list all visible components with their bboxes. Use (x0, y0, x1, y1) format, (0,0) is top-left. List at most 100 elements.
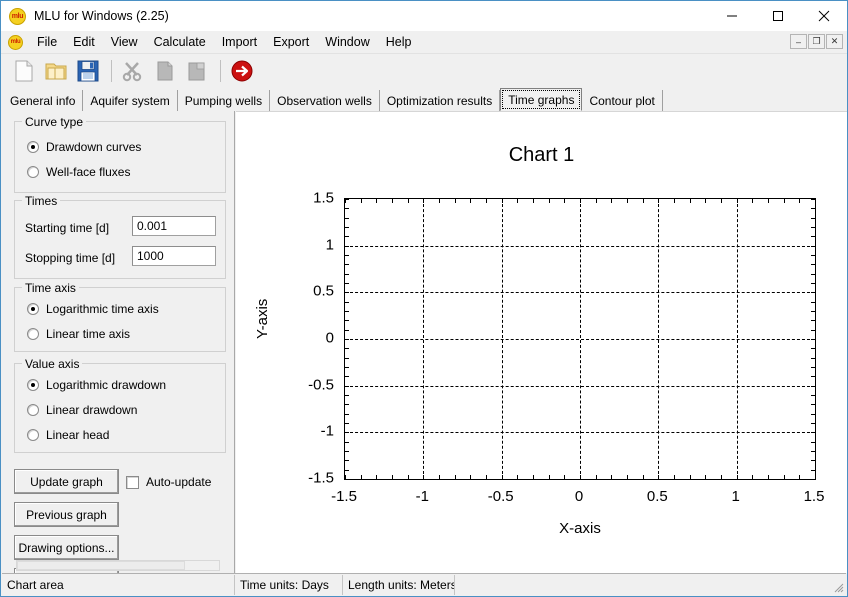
y-axis-minor-tick (811, 479, 815, 480)
tab-general-info[interactable]: General info (3, 90, 84, 111)
x-axis-minor-tick (611, 475, 613, 479)
y-axis-minor-tick (345, 441, 349, 443)
x-axis-minor-tick (642, 199, 644, 203)
cut-scissors-icon[interactable] (118, 56, 148, 86)
mdi-close-icon[interactable]: ✕ (826, 34, 843, 49)
radio-linear-head[interactable]: Linear head (27, 428, 109, 442)
y-axis-minor-tick (345, 367, 349, 368)
stopping-time-input[interactable] (132, 246, 216, 266)
open-folder-icon[interactable] (41, 56, 71, 86)
mdi-restore-icon[interactable]: ❐ (808, 34, 825, 49)
x-axis-minor-tick (595, 475, 597, 479)
tab-observation-wells[interactable]: Observation wells (270, 90, 380, 111)
y-axis-minor-tick (811, 283, 815, 284)
x-axis-minor-tick (564, 199, 566, 203)
x-axis-minor-tick (721, 475, 722, 479)
minimize-icon[interactable] (709, 1, 755, 31)
menu-item-file[interactable]: File (29, 32, 65, 52)
tab-time-graphs[interactable]: Time graphs (500, 88, 583, 111)
maximize-icon[interactable] (755, 1, 801, 31)
toolbar-separator (111, 60, 112, 82)
new-document-icon[interactable] (9, 56, 39, 86)
menu-item-calculate[interactable]: Calculate (146, 32, 214, 52)
tab-strip: General info Aquifer system Pumping well… (1, 88, 847, 111)
save-floppy-icon[interactable] (73, 56, 103, 86)
close-icon[interactable] (801, 1, 847, 31)
y-axis-minor-tick (811, 423, 815, 424)
value-axis-group: Value axis Logarithmic drawdown Linear d… (14, 357, 226, 453)
x-axis-minor-tick (627, 199, 628, 203)
x-axis-minor-tick (376, 199, 378, 203)
time-axis-title: Time axis (22, 281, 79, 295)
scrollbar-thumb[interactable] (17, 561, 185, 570)
auto-update-label: Auto-update (146, 475, 212, 489)
y-axis-minor-tick (811, 469, 815, 471)
status-empty-cell (455, 575, 846, 595)
window-controls (709, 1, 847, 31)
starting-time-input[interactable] (132, 216, 216, 236)
x-axis-minor-tick (470, 475, 472, 479)
x-axis-minor-tick (548, 199, 550, 203)
y-axis-minor-tick (811, 301, 815, 303)
x-axis-minor-tick (454, 199, 456, 203)
radio-drawdown-curves[interactable]: Drawdown curves (27, 140, 141, 154)
menu-item-import[interactable]: Import (214, 32, 265, 52)
radio-linear-time-axis[interactable]: Linear time axis (27, 327, 130, 341)
drawing-options-button[interactable]: Drawing options... (14, 535, 119, 560)
radio-label: Drawdown curves (46, 140, 142, 154)
y-axis-minor-tick (811, 451, 815, 452)
menu-item-export[interactable]: Export (265, 32, 317, 52)
menu-item-window[interactable]: Window (317, 32, 377, 52)
status-chart-area: Chart area (2, 574, 235, 595)
y-axis-minor-tick (811, 357, 815, 359)
menu-item-view[interactable]: View (103, 32, 146, 52)
radio-logarithmic-drawdown[interactable]: Logarithmic drawdown (27, 378, 166, 392)
tab-aquifer-system[interactable]: Aquifer system (83, 90, 178, 111)
mdi-minimize-icon[interactable]: – (790, 34, 807, 49)
radio-indicator (27, 404, 39, 416)
y-axis-tick-label: 0.5 (313, 282, 334, 300)
x-axis-minor-tick (768, 475, 769, 479)
radio-indicator (27, 166, 39, 178)
y-axis-minor-tick (811, 376, 815, 378)
y-axis-minor-tick (811, 320, 815, 322)
menu-item-edit[interactable]: Edit (65, 32, 103, 52)
resize-grip-icon[interactable] (832, 581, 844, 593)
radio-linear-drawdown[interactable]: Linear drawdown (27, 403, 137, 417)
run-arrow-icon[interactable] (227, 56, 257, 86)
x-axis-minor-tick (439, 475, 440, 479)
y-axis-minor-tick (345, 264, 349, 266)
y-axis-tick-label: -0.5 (308, 376, 334, 394)
auto-update-checkbox[interactable]: Auto-update (126, 475, 211, 489)
plot-area[interactable] (344, 198, 816, 480)
horizontal-gridline (345, 385, 815, 387)
menu-item-help[interactable]: Help (378, 32, 420, 52)
y-axis-minor-tick (811, 227, 815, 228)
y-axis-minor-tick (811, 208, 815, 210)
x-axis-minor-tick (533, 199, 534, 203)
tab-pumping-wells[interactable]: Pumping wells (177, 90, 271, 111)
y-axis-minor-tick (811, 264, 815, 266)
x-axis-minor-tick (799, 475, 801, 479)
x-axis-tick-label: -1 (415, 488, 429, 505)
tab-optimization-results[interactable]: Optimization results (379, 90, 501, 111)
y-axis-minor-tick (811, 311, 815, 312)
previous-graph-button[interactable]: Previous graph (14, 502, 119, 527)
update-graph-button[interactable]: Update graph (14, 469, 119, 494)
tab-contour-plot[interactable]: Contour plot (582, 90, 663, 111)
curve-type-title: Curve type (22, 115, 87, 129)
x-axis-minor-tick (517, 199, 519, 203)
radio-logarithmic-time-axis[interactable]: Logarithmic time axis (27, 302, 159, 316)
x-axis-minor-tick (815, 475, 816, 479)
y-axis-minor-tick (345, 395, 349, 396)
panel-horizontal-scrollbar[interactable] (16, 560, 220, 571)
radio-well-face-fluxes[interactable]: Well-face fluxes (27, 165, 130, 179)
radio-label: Logarithmic time axis (46, 302, 159, 316)
menu-bar: mlu File Edit View Calculate Import Expo… (1, 31, 847, 54)
y-axis-minor-tick (811, 329, 815, 331)
y-axis-minor-tick (811, 404, 815, 406)
status-bar: Chart area Time units: Days Length units… (2, 573, 846, 595)
copy-icon[interactable] (150, 56, 180, 86)
paste-icon[interactable] (182, 56, 212, 86)
y-axis-minor-tick (345, 236, 349, 238)
